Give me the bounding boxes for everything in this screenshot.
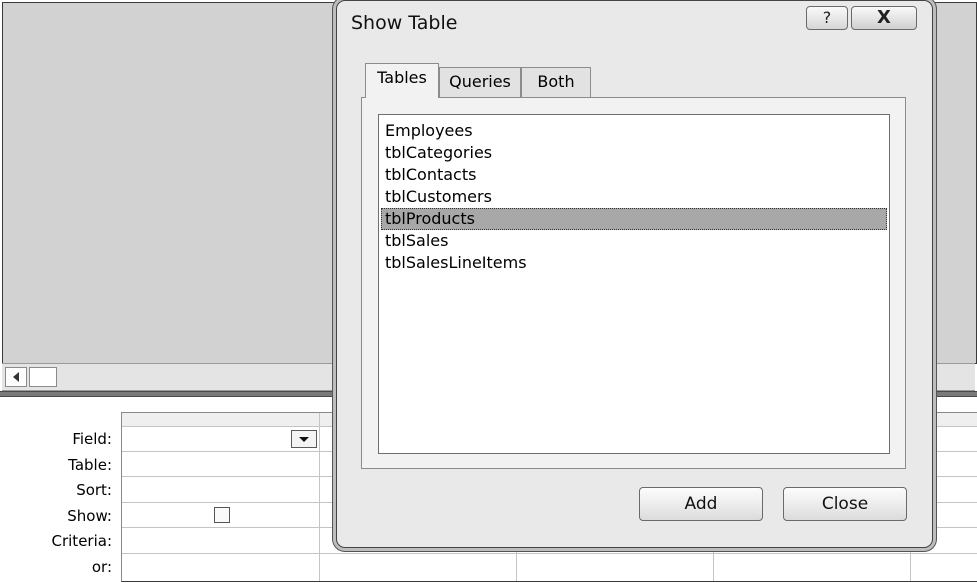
close-button[interactable]: Close (783, 487, 907, 521)
scroll-thumb[interactable] (29, 367, 57, 387)
list-item[interactable]: tblSalesLineItems (381, 252, 887, 274)
chevron-down-icon (299, 436, 309, 442)
show-checkbox[interactable] (214, 507, 230, 523)
tab-queries[interactable]: Queries (439, 67, 521, 97)
list-item[interactable]: tblContacts (381, 164, 887, 186)
grid-row-divider (122, 553, 977, 554)
chevron-left-icon (13, 372, 19, 382)
close-icon: X (877, 7, 891, 28)
field-dropdown-button[interactable] (291, 430, 317, 448)
tab-panel-tables: Employees tblCategories tblContacts tblC… (361, 97, 906, 469)
dialog-title: Show Table (351, 12, 458, 34)
grid-row-labels: Field: Table: Sort: Show: Criteria: or: (0, 427, 118, 580)
row-label-field: Field: (72, 430, 112, 448)
row-label-table: Table: (68, 455, 112, 474)
list-item[interactable]: tblCustomers (381, 186, 887, 208)
scroll-left-button[interactable] (5, 367, 27, 387)
row-label-criteria: Criteria: (51, 532, 113, 550)
list-item[interactable]: tblSales (381, 230, 887, 252)
add-button[interactable]: Add (639, 487, 763, 521)
tables-listbox[interactable]: Employees tblCategories tblContacts tblC… (378, 114, 890, 454)
row-label-sort: Sort: (76, 481, 112, 499)
help-button[interactable]: ? (806, 6, 848, 30)
help-icon: ? (822, 8, 832, 27)
list-item-selected[interactable]: tblProducts (381, 208, 887, 230)
tab-both[interactable]: Both (521, 67, 591, 97)
show-table-dialog: Show Table ? X Tables Queries Both Emplo… (336, 0, 933, 548)
row-label-show: Show: (67, 506, 112, 525)
list-item[interactable]: tblCategories (381, 142, 887, 164)
window-close-button[interactable]: X (851, 6, 917, 30)
tab-tables[interactable]: Tables (365, 63, 439, 98)
list-item[interactable]: Employees (381, 120, 887, 142)
row-label-or: or: (91, 557, 112, 576)
